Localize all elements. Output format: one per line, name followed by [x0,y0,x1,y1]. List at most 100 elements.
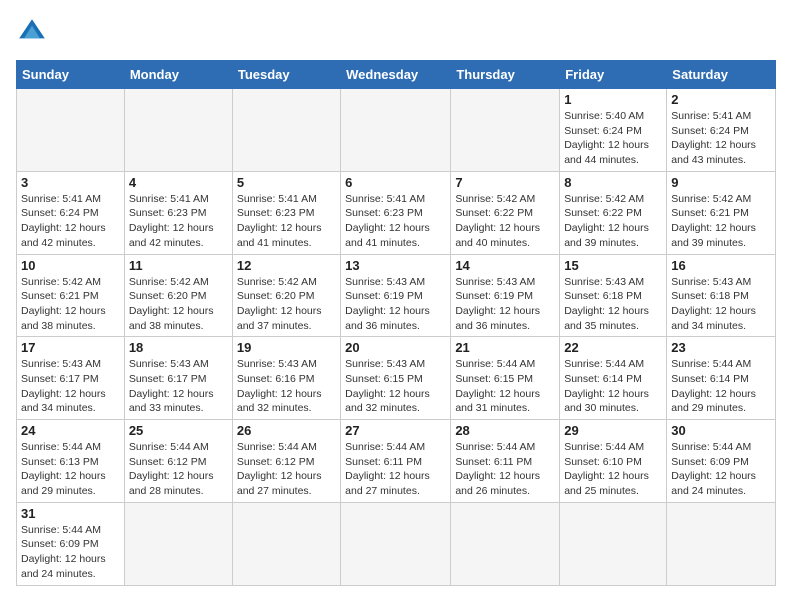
day-info: Sunrise: 5:42 AM Sunset: 6:20 PM Dayligh… [237,275,336,334]
calendar-cell: 6Sunrise: 5:41 AM Sunset: 6:23 PM Daylig… [341,171,451,254]
calendar-cell [667,502,776,585]
day-info: Sunrise: 5:44 AM Sunset: 6:11 PM Dayligh… [455,440,555,499]
day-info: Sunrise: 5:43 AM Sunset: 6:19 PM Dayligh… [345,275,446,334]
calendar-cell [451,502,560,585]
day-number: 2 [671,92,771,107]
logo-icon [16,16,48,48]
day-info: Sunrise: 5:42 AM Sunset: 6:21 PM Dayligh… [21,275,120,334]
day-info: Sunrise: 5:44 AM Sunset: 6:10 PM Dayligh… [564,440,662,499]
calendar-cell [17,89,125,172]
day-info: Sunrise: 5:42 AM Sunset: 6:22 PM Dayligh… [564,192,662,251]
day-number: 27 [345,423,446,438]
calendar-cell: 5 Sunrise: 5:41 AM Sunset: 6:23 PM Daylig… [232,171,340,254]
day-info: Sunrise: 5:44 AM Sunset: 6:13 PM Dayligh… [21,440,120,499]
day-number: 8 [564,175,662,190]
calendar-header-row: SundayMondayTuesdayWednesdayThursdayFrid… [17,61,776,89]
calendar-cell: 2 Sunrise: 5:41 AM Sunset: 6:24 PM Daylig… [667,89,776,172]
day-info: Sunrise: 5:43 AM Sunset: 6:15 PM Dayligh… [345,357,446,416]
calendar-cell: 8 Sunrise: 5:42 AM Sunset: 6:22 PM Daylig… [560,171,667,254]
day-number: 13 [345,258,446,273]
day-number: 9 [671,175,771,190]
day-info: Sunrise: 5:44 AM Sunset: 6:14 PM Dayligh… [564,357,662,416]
calendar-cell: 20Sunrise: 5:43 AM Sunset: 6:15 PM Dayli… [341,337,451,420]
day-number: 31 [21,506,120,521]
calendar-cell: 24 Sunrise: 5:44 AM Sunset: 6:13 PM Dayli… [17,420,125,503]
calendar-cell [124,89,232,172]
day-number: 21 [455,340,555,355]
day-info: Sunrise: 5:44 AM Sunset: 6:12 PM Dayligh… [237,440,336,499]
calendar-cell: 13 Sunrise: 5:43 AM Sunset: 6:19 PM Dayli… [341,254,451,337]
day-number: 12 [237,258,336,273]
page-header [16,16,776,48]
col-header-saturday: Saturday [667,61,776,89]
calendar-cell: 18 Sunrise: 5:43 AM Sunset: 6:17 PM Dayli… [124,337,232,420]
calendar-cell [451,89,560,172]
day-number: 29 [564,423,662,438]
day-info: Sunrise: 5:40 AM Sunset: 6:24 PM Dayligh… [564,109,662,168]
col-header-friday: Friday [560,61,667,89]
calendar-week-5: 31 Sunrise: 5:44 AM Sunset: 6:09 PM Dayli… [17,502,776,585]
day-number: 5 [237,175,336,190]
calendar-cell: 30Sunrise: 5:44 AM Sunset: 6:09 PM Dayli… [667,420,776,503]
day-number: 24 [21,423,120,438]
calendar-cell: 19Sunrise: 5:43 AM Sunset: 6:16 PM Dayli… [232,337,340,420]
calendar-cell: 10 Sunrise: 5:42 AM Sunset: 6:21 PM Dayli… [17,254,125,337]
day-number: 11 [129,258,228,273]
col-header-monday: Monday [124,61,232,89]
col-header-sunday: Sunday [17,61,125,89]
logo [16,16,52,48]
col-header-wednesday: Wednesday [341,61,451,89]
calendar-cell: 12 Sunrise: 5:42 AM Sunset: 6:20 PM Dayli… [232,254,340,337]
day-info: Sunrise: 5:44 AM Sunset: 6:09 PM Dayligh… [21,523,120,582]
day-number: 23 [671,340,771,355]
calendar-cell: 14Sunrise: 5:43 AM Sunset: 6:19 PM Dayli… [451,254,560,337]
day-info: Sunrise: 5:41 AM Sunset: 6:24 PM Dayligh… [671,109,771,168]
calendar-cell: 4Sunrise: 5:41 AM Sunset: 6:23 PM Daylig… [124,171,232,254]
day-number: 16 [671,258,771,273]
day-number: 22 [564,340,662,355]
calendar-cell [341,502,451,585]
day-number: 25 [129,423,228,438]
calendar-week-4: 24 Sunrise: 5:44 AM Sunset: 6:13 PM Dayli… [17,420,776,503]
calendar-cell: 31 Sunrise: 5:44 AM Sunset: 6:09 PM Dayli… [17,502,125,585]
calendar-cell: 16 Sunrise: 5:43 AM Sunset: 6:18 PM Dayli… [667,254,776,337]
calendar-week-3: 17Sunrise: 5:43 AM Sunset: 6:17 PM Dayli… [17,337,776,420]
day-number: 10 [21,258,120,273]
day-info: Sunrise: 5:41 AM Sunset: 6:23 PM Dayligh… [345,192,446,251]
day-info: Sunrise: 5:44 AM Sunset: 6:12 PM Dayligh… [129,440,228,499]
calendar-cell [232,502,340,585]
day-number: 14 [455,258,555,273]
calendar-cell: 7 Sunrise: 5:42 AM Sunset: 6:22 PM Daylig… [451,171,560,254]
calendar-cell [232,89,340,172]
calendar-cell: 26 Sunrise: 5:44 AM Sunset: 6:12 PM Dayli… [232,420,340,503]
day-info: Sunrise: 5:41 AM Sunset: 6:23 PM Dayligh… [237,192,336,251]
day-info: Sunrise: 5:43 AM Sunset: 6:18 PM Dayligh… [564,275,662,334]
day-number: 15 [564,258,662,273]
calendar-cell: 15 Sunrise: 5:43 AM Sunset: 6:18 PM Dayli… [560,254,667,337]
calendar-week-2: 10 Sunrise: 5:42 AM Sunset: 6:21 PM Dayli… [17,254,776,337]
day-number: 18 [129,340,228,355]
day-number: 28 [455,423,555,438]
day-number: 26 [237,423,336,438]
calendar-week-0: 1 Sunrise: 5:40 AM Sunset: 6:24 PM Daylig… [17,89,776,172]
calendar-cell: 25 Sunrise: 5:44 AM Sunset: 6:12 PM Dayli… [124,420,232,503]
day-info: Sunrise: 5:44 AM Sunset: 6:09 PM Dayligh… [671,440,771,499]
calendar-cell [124,502,232,585]
day-number: 4 [129,175,228,190]
calendar-cell: 11 Sunrise: 5:42 AM Sunset: 6:20 PM Dayli… [124,254,232,337]
day-info: Sunrise: 5:42 AM Sunset: 6:20 PM Dayligh… [129,275,228,334]
day-info: Sunrise: 5:43 AM Sunset: 6:17 PM Dayligh… [129,357,228,416]
day-info: Sunrise: 5:41 AM Sunset: 6:24 PM Dayligh… [21,192,120,251]
col-header-tuesday: Tuesday [232,61,340,89]
day-info: Sunrise: 5:43 AM Sunset: 6:18 PM Dayligh… [671,275,771,334]
day-info: Sunrise: 5:42 AM Sunset: 6:22 PM Dayligh… [455,192,555,251]
day-number: 1 [564,92,662,107]
calendar-cell: 1 Sunrise: 5:40 AM Sunset: 6:24 PM Daylig… [560,89,667,172]
calendar-cell: 21Sunrise: 5:44 AM Sunset: 6:15 PM Dayli… [451,337,560,420]
day-number: 19 [237,340,336,355]
calendar-cell [560,502,667,585]
day-info: Sunrise: 5:43 AM Sunset: 6:17 PM Dayligh… [21,357,120,416]
day-number: 7 [455,175,555,190]
calendar-cell: 27 Sunrise: 5:44 AM Sunset: 6:11 PM Dayli… [341,420,451,503]
day-info: Sunrise: 5:44 AM Sunset: 6:11 PM Dayligh… [345,440,446,499]
